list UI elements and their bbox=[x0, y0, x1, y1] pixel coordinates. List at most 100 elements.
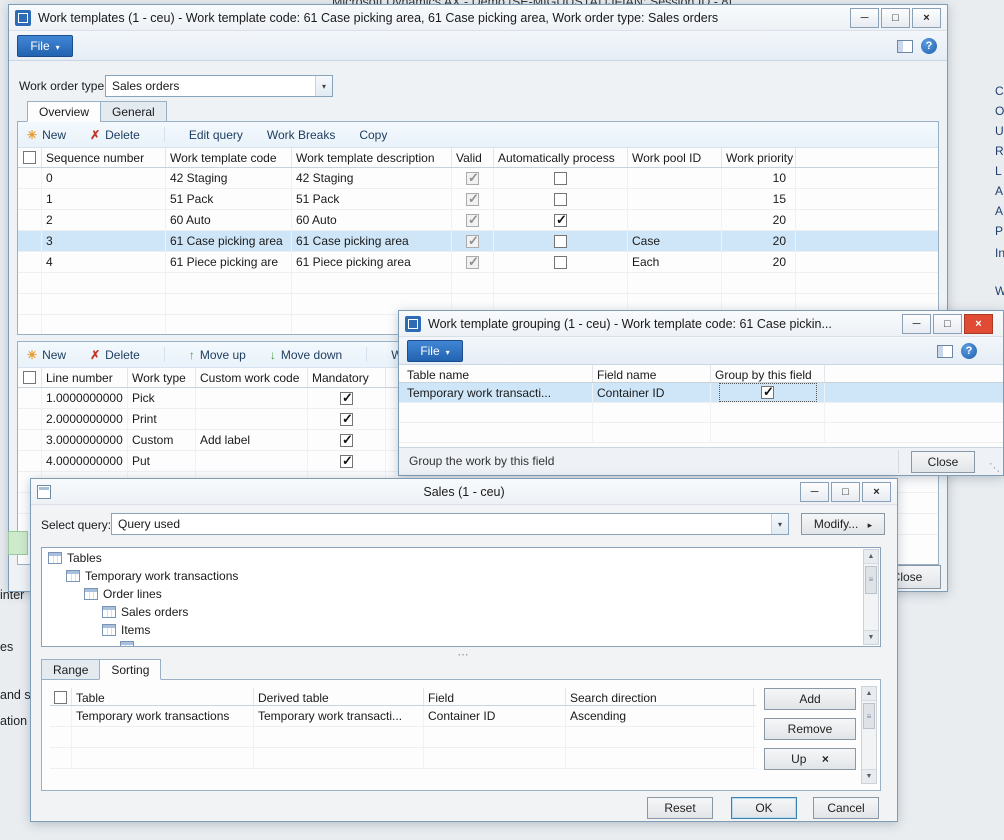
tree-item-temporary-work-transactions[interactable]: Temporary work transactions bbox=[66, 569, 238, 583]
tree-item-items[interactable]: Items bbox=[102, 623, 150, 637]
layout-icon[interactable] bbox=[897, 40, 913, 53]
table-icon bbox=[48, 552, 62, 564]
remove-button[interactable]: Remove bbox=[764, 718, 856, 740]
work-templates-titlebar[interactable]: Work templates (1 - ceu) - Work template… bbox=[9, 5, 947, 31]
table-row[interactable]: 0 42 Staging 42 Staging 10 bbox=[18, 168, 938, 189]
select-query-dropdown[interactable]: Query used ▾ bbox=[111, 513, 789, 535]
app-icon bbox=[405, 316, 421, 332]
column-header[interactable]: Work pool ID bbox=[628, 148, 722, 167]
new-button[interactable]: ✳New bbox=[27, 348, 66, 362]
help-icon[interactable]: ? bbox=[961, 343, 977, 359]
minimize-button[interactable]: ─ bbox=[902, 314, 931, 334]
mandatory-checkbox[interactable] bbox=[340, 434, 353, 447]
scroll-down-icon[interactable]: ▼ bbox=[864, 630, 878, 644]
delete-button[interactable]: ✗Delete bbox=[90, 348, 140, 362]
auto-process-checkbox[interactable] bbox=[554, 172, 567, 185]
ok-button[interactable]: OK bbox=[731, 797, 797, 819]
scrollbar-thumb[interactable]: ≡ bbox=[865, 566, 877, 594]
layout-icon[interactable] bbox=[937, 345, 953, 358]
cancel-button[interactable]: Cancel bbox=[813, 797, 879, 819]
delete-button[interactable]: ✗Delete bbox=[90, 128, 140, 142]
edit-query-button[interactable]: Edit query bbox=[189, 128, 243, 142]
scroll-up-icon[interactable]: ▲ bbox=[862, 687, 876, 701]
desktop: Microsoft Dynamics AX - Demo [SE-MIGUUST… bbox=[0, 0, 1004, 840]
column-header[interactable]: Work priority bbox=[722, 148, 796, 167]
table-row[interactable]: 2 60 Auto 60 Auto 20 bbox=[18, 210, 938, 231]
column-header[interactable]: Work template code bbox=[166, 148, 292, 167]
sales-titlebar[interactable]: Sales (1 - ceu) ─ □ × bbox=[31, 479, 897, 505]
tree-item-order-lines[interactable]: Order lines bbox=[84, 587, 162, 601]
modify-button[interactable]: Modify... ▸ bbox=[801, 513, 885, 535]
column-header[interactable]: Work template description bbox=[292, 148, 452, 167]
column-header[interactable]: Sequence number bbox=[42, 148, 166, 167]
column-header[interactable]: Custom work code bbox=[196, 368, 308, 387]
grouping-titlebar[interactable]: Work template grouping (1 - ceu) - Work … bbox=[399, 311, 1003, 337]
move-down-button[interactable]: ↓Move down bbox=[270, 348, 342, 362]
close-button[interactable]: × bbox=[862, 482, 891, 502]
resize-grip[interactable]: ⋱ bbox=[989, 461, 1000, 474]
delete-icon: ✗ bbox=[90, 128, 100, 142]
tab-overview[interactable]: Overview bbox=[27, 101, 101, 122]
column-header[interactable]: Mandatory bbox=[308, 368, 386, 387]
scroll-up-icon[interactable]: ▲ bbox=[864, 550, 878, 564]
maximize-button[interactable]: □ bbox=[881, 8, 910, 28]
column-header[interactable]: Field bbox=[424, 688, 566, 705]
up-button[interactable]: Up × bbox=[764, 748, 856, 770]
mandatory-checkbox[interactable] bbox=[340, 455, 353, 468]
table-row[interactable]: 4 61 Piece picking are 61 Piece picking … bbox=[18, 252, 938, 273]
column-header[interactable]: Search direction bbox=[566, 688, 754, 705]
close-button[interactable]: Close bbox=[911, 451, 975, 473]
move-up-button[interactable]: ↑Move up bbox=[189, 348, 246, 362]
select-all-checkbox[interactable] bbox=[18, 148, 42, 167]
tab-general[interactable]: General bbox=[100, 101, 167, 122]
minimize-button[interactable]: ─ bbox=[800, 482, 829, 502]
column-header[interactable]: Table name bbox=[399, 365, 593, 382]
table-row[interactable]: Temporary work transacti... Container ID bbox=[399, 383, 1003, 403]
select-all-checkbox[interactable] bbox=[50, 688, 72, 705]
add-button[interactable]: Add bbox=[764, 688, 856, 710]
copy-button[interactable]: Copy bbox=[359, 128, 387, 142]
tab-sorting[interactable]: Sorting bbox=[99, 659, 161, 680]
mandatory-checkbox[interactable] bbox=[340, 413, 353, 426]
help-icon[interactable]: ? bbox=[921, 38, 937, 54]
auto-process-checkbox[interactable] bbox=[554, 193, 567, 206]
group-by-checkbox[interactable] bbox=[761, 386, 774, 399]
scroll-down-icon[interactable]: ▼ bbox=[862, 769, 876, 783]
close-button[interactable]: × bbox=[912, 8, 941, 28]
tree-item-partial[interactable] bbox=[120, 641, 134, 647]
table-row[interactable]: 3 61 Case picking area 61 Case picking a… bbox=[18, 231, 938, 252]
select-all-checkbox[interactable] bbox=[18, 368, 42, 387]
column-header[interactable]: Valid bbox=[452, 148, 494, 167]
auto-process-checkbox[interactable] bbox=[554, 256, 567, 269]
column-header[interactable]: Table bbox=[72, 688, 254, 705]
file-menu-button[interactable]: File ▾ bbox=[407, 340, 463, 362]
maximize-button[interactable]: □ bbox=[933, 314, 962, 334]
auto-process-checkbox[interactable] bbox=[554, 214, 567, 227]
tree-item-sales-orders[interactable]: Sales orders bbox=[102, 605, 188, 619]
column-header[interactable]: Field name bbox=[593, 365, 711, 382]
auto-process-checkbox[interactable] bbox=[554, 235, 567, 248]
column-header[interactable]: Line number bbox=[42, 368, 128, 387]
file-menu-button[interactable]: File ▾ bbox=[17, 35, 73, 57]
work-order-type-select[interactable]: Sales orders ▾ bbox=[105, 75, 333, 97]
table-icon bbox=[84, 588, 98, 600]
maximize-button[interactable]: □ bbox=[831, 482, 860, 502]
table-row[interactable]: 1 51 Pack 51 Pack 15 bbox=[18, 189, 938, 210]
reset-button[interactable]: Reset bbox=[647, 797, 713, 819]
column-header[interactable]: Work type bbox=[128, 368, 196, 387]
column-header[interactable]: Group by this field bbox=[711, 365, 825, 382]
background-text-fragment: ation bbox=[0, 714, 27, 728]
work-breaks-button[interactable]: Work Breaks bbox=[267, 128, 335, 142]
tree-scrollbar[interactable]: ▲ ≡ ▼ bbox=[863, 549, 879, 645]
close-button[interactable]: × bbox=[964, 314, 993, 334]
mandatory-checkbox[interactable] bbox=[340, 392, 353, 405]
scrollbar-thumb[interactable]: ≡ bbox=[863, 703, 875, 729]
column-header[interactable]: Automatically process bbox=[494, 148, 628, 167]
grid-scrollbar[interactable]: ▲ ≡ ▼ bbox=[861, 686, 877, 784]
tab-range[interactable]: Range bbox=[41, 659, 100, 680]
minimize-button[interactable]: ─ bbox=[850, 8, 879, 28]
table-row[interactable]: Temporary work transactions Temporary wo… bbox=[50, 706, 756, 727]
tree-item-tables[interactable]: Tables bbox=[48, 551, 102, 565]
column-header[interactable]: Derived table bbox=[254, 688, 424, 705]
new-button[interactable]: ✳New bbox=[27, 128, 66, 142]
